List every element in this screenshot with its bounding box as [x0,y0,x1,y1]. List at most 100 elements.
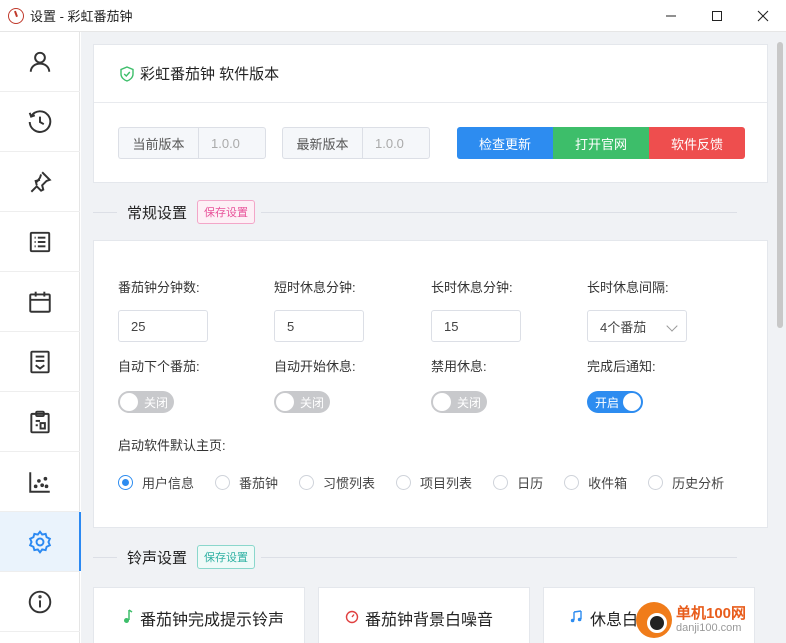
watermark-url: danji100.com [676,622,742,635]
feedback-button[interactable]: 软件反馈 [649,127,745,159]
disable-break-toggle[interactable]: 关闭 [431,391,487,413]
radio-label: 日历 [517,476,544,491]
auto-break-label: 自动开始休息: [274,359,356,374]
radio-pomodoro[interactable]: 番茄钟 [215,473,278,492]
sidebar-item-inbox[interactable] [0,332,80,392]
sidebar-item-projects[interactable] [0,212,80,272]
watermark: 单机100网 danji100.com [636,602,746,638]
watermark-name: 单机100网 [676,604,747,622]
sidebar-item-calendar[interactable] [0,272,80,332]
radio-projects[interactable]: 项目列表 [396,473,472,492]
close-icon [757,10,769,22]
auto-next-label: 自动下个番茄: [118,359,200,374]
sidebar-item-history[interactable] [0,452,80,512]
radio-circle [648,475,664,490]
check-update-button[interactable]: 检查更新 [457,127,553,159]
radio-history[interactable]: 历史分析 [648,473,724,492]
sound-card-background[interactable]: 番茄钟背景白噪音 [318,587,530,643]
sound-card-title: 番茄钟背景白噪音 [365,612,494,629]
radio-label: 习惯列表 [323,476,376,491]
gear-icon [28,529,52,554]
toggle-label: 关闭 [144,395,169,410]
general-section-header: 常规设置 保存设置 [93,200,738,224]
save-sound-button[interactable]: 保存设置 [197,545,256,569]
save-general-button[interactable]: 保存设置 [197,200,256,224]
long-break-input[interactable]: 15 [431,310,521,342]
sidebar-item-about[interactable] [0,572,80,632]
default-page-options: 用户信息 番茄钟 习惯列表 项目列表 日历 收件箱 历史分析 [118,473,745,492]
radio-label: 用户信息 [142,476,195,491]
radio-label: 历史分析 [672,476,725,491]
disable-break-label: 禁用休息: [431,359,487,374]
radio-circle [564,475,580,490]
version-fields: 当前版本 1.0.0 最新版本 1.0.0 [118,127,446,159]
radio-circle [215,475,231,490]
toggle-knob [433,393,451,411]
auto-break-field: 自动开始休息: 关闭 [274,356,356,413]
toggle-label: 关闭 [457,395,482,410]
sidebar-item-habits[interactable] [0,152,80,212]
window-controls [648,0,786,32]
minimize-icon [666,15,676,17]
long-break-field: 长时休息分钟: 15 [431,277,521,342]
sidebar-item-settings[interactable] [0,512,81,572]
radio-label: 收件箱 [588,476,628,491]
default-page-field: 启动软件默认主页: [118,435,226,454]
version-actions: 检查更新 打开官网 软件反馈 [457,127,745,159]
chevron-down-icon [666,320,678,332]
general-section-title: 常规设置 [127,204,188,222]
maximize-button[interactable] [694,0,740,32]
current-version-field: 当前版本 1.0.0 [118,127,266,159]
radio-inbox[interactable]: 收件箱 [564,473,627,492]
short-break-input[interactable]: 5 [274,310,364,342]
vertical-scrollbar[interactable] [774,32,786,643]
radio-calendar[interactable]: 日历 [493,473,543,492]
watermark-logo-icon [636,602,672,638]
app-clock-icon [8,7,24,24]
auto-next-toggle[interactable]: 关闭 [118,391,174,413]
toggle-label: 关闭 [300,395,325,410]
radio-user-info[interactable]: 用户信息 [118,473,194,492]
list-icon [29,231,51,252]
divider [261,556,738,558]
clock-icon [28,109,52,133]
clock-icon [345,610,359,624]
music-note-icon [124,609,133,623]
sidebar-item-clipboard[interactable] [0,392,80,452]
current-version-value: 1.0.0 [198,127,266,159]
long-break-interval-select[interactable]: 4个番茄 [587,310,687,342]
scrollbar-thumb[interactable] [777,42,783,328]
long-break-interval-label: 长时休息间隔: [587,280,669,295]
pomodoro-minutes-input[interactable]: 25 [118,310,208,342]
notify-toggle[interactable]: 开启 [587,391,643,413]
latest-version-value: 1.0.0 [362,127,430,159]
sidebar-item-user[interactable] [0,32,80,92]
radio-circle [493,475,509,490]
close-button[interactable] [740,0,786,32]
toggle-knob [120,393,138,411]
sidebar-item-pomodoro[interactable] [0,92,80,152]
music-notes-icon [570,610,582,623]
radio-circle [396,475,412,490]
radio-label: 番茄钟 [239,476,279,491]
general-settings-card: 番茄钟分钟数: 25 短时休息分钟: 5 长时休息分钟: 15 长时休息间隔: … [93,240,768,528]
pomodoro-minutes-field: 番茄钟分钟数: 25 [118,277,208,342]
open-website-button[interactable]: 打开官网 [553,127,649,159]
version-card: 彩虹番茄钟 软件版本 当前版本 1.0.0 最新版本 1.0.0 检查更新 打开… [93,44,768,183]
divider [93,211,117,213]
latest-version-field: 最新版本 1.0.0 [282,127,430,159]
notify-label: 完成后通知: [587,359,656,374]
toggle-label: 开启 [595,395,620,410]
minimize-button[interactable] [648,0,694,32]
short-break-label: 短时休息分钟: [274,280,356,295]
long-break-interval-field: 长时休息间隔: 4个番茄 [587,277,687,342]
latest-version-label: 最新版本 [282,127,362,159]
pomodoro-minutes-label: 番茄钟分钟数: [118,280,200,295]
title-bar: 设置 - 彩虹番茄钟 [0,0,786,32]
sound-card-complete[interactable]: 番茄钟完成提示铃声 [93,587,305,643]
radio-habits[interactable]: 习惯列表 [299,473,375,492]
shield-check-icon [120,65,134,82]
long-break-label: 长时休息分钟: [431,280,513,295]
disable-break-field: 禁用休息: 关闭 [431,356,487,413]
auto-break-toggle[interactable]: 关闭 [274,391,330,413]
